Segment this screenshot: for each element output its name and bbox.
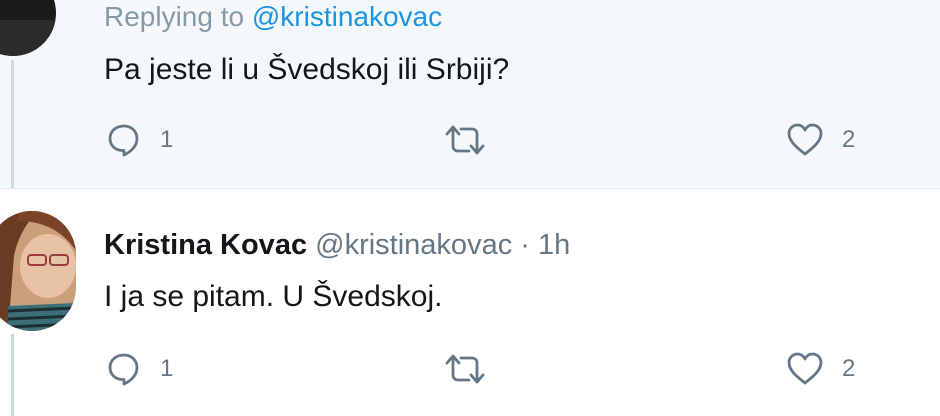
retweet-button[interactable]	[443, 349, 487, 389]
avatar-photo	[0, 211, 76, 331]
reply-icon	[106, 122, 142, 158]
like-count: 2	[842, 126, 856, 153]
avatar[interactable]	[0, 0, 56, 56]
retweet-icon	[443, 122, 487, 158]
replying-prefix: Replying to	[104, 1, 245, 32]
like-count: 2	[842, 355, 856, 382]
author-handle[interactable]: @kristinakovac	[315, 229, 512, 261]
thread-line	[11, 334, 14, 416]
separator-dot: ·	[520, 229, 530, 261]
tweet-text: I ja se pitam. U Švedskoj.	[104, 280, 443, 313]
avatar-shading	[0, 20, 56, 56]
heart-icon	[786, 122, 824, 158]
tweet-2[interactable]: Kristina Kovac @kristinakovac · 1h I ja …	[0, 188, 940, 416]
tweet-1[interactable]: Replying to @kristinakovac Pa jeste li u…	[0, 0, 940, 188]
reply-count: 1	[160, 355, 174, 382]
retweet-icon	[443, 351, 487, 387]
timestamp[interactable]: 1h	[538, 229, 570, 261]
heart-icon	[786, 351, 824, 387]
author-name[interactable]: Kristina Kovac	[104, 229, 307, 261]
like-button[interactable]: 2	[786, 120, 855, 160]
reply-count: 1	[160, 126, 174, 153]
reply-button[interactable]: 1	[106, 349, 173, 389]
tweet-text: Pa jeste li u Švedskoj ili Srbiji?	[104, 53, 510, 86]
avatar[interactable]	[0, 211, 76, 331]
reply-icon	[106, 351, 142, 387]
thread-line	[11, 60, 14, 188]
retweet-button[interactable]	[443, 120, 487, 160]
reply-button[interactable]: 1	[106, 120, 173, 160]
tweet-header: Kristina Kovac @kristinakovac · 1h	[104, 227, 570, 263]
like-button[interactable]: 2	[786, 349, 855, 389]
replying-to-line: Replying to @kristinakovac	[104, 0, 442, 34]
replying-handle-link[interactable]: @kristinakovac	[252, 1, 442, 32]
